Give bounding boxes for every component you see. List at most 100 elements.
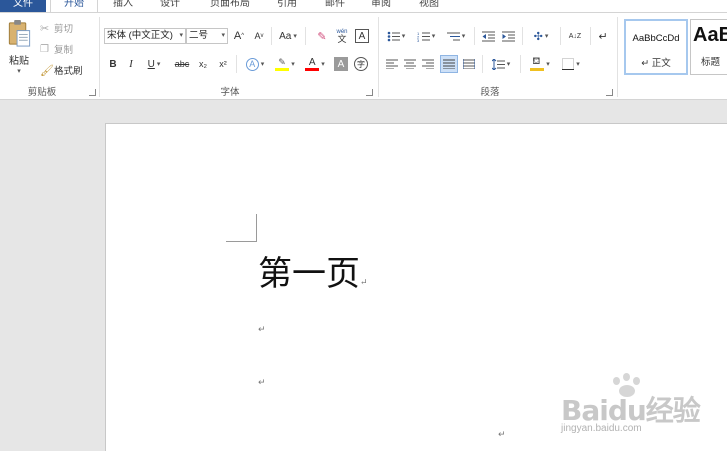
increase-indent-icon bbox=[501, 31, 515, 41]
clipboard-group-label: 剪贴板 bbox=[27, 87, 57, 98]
align-right-button[interactable] bbox=[420, 57, 436, 71]
clipboard-launcher-icon[interactable] bbox=[89, 89, 96, 96]
tab-file[interactable]: 文件 bbox=[0, 0, 46, 12]
style-heading-label: 标题 bbox=[701, 57, 721, 68]
tab-page-layout[interactable]: 页面布局 bbox=[200, 0, 260, 12]
svg-text:3: 3 bbox=[417, 38, 420, 42]
align-right-icon bbox=[422, 59, 434, 69]
baidu-watermark: Baidu经验 jingyan.baidu.com bbox=[555, 371, 725, 441]
divider bbox=[474, 27, 475, 45]
document-heading[interactable]: 第一页↵ bbox=[258, 246, 368, 295]
character-shading-button[interactable]: A bbox=[334, 57, 348, 71]
change-case-button[interactable]: Aa ▾ bbox=[276, 29, 300, 43]
font-name-value: 宋体 (中文正文) bbox=[107, 30, 173, 41]
chinese-layout-icon: ✣ bbox=[533, 30, 543, 43]
chinese-layout-button[interactable]: ✣ ▾ bbox=[528, 29, 554, 43]
shading-button[interactable]: ⛾ ▾ bbox=[526, 56, 554, 71]
change-case-icon: Aa bbox=[279, 30, 292, 42]
chevron-down-icon: ▾ bbox=[221, 32, 225, 39]
sort-icon: A↓Z bbox=[568, 32, 582, 40]
font-size-select[interactable]: 二号 ▾ bbox=[186, 28, 228, 44]
increase-indent-button[interactable] bbox=[500, 29, 516, 43]
tab-home[interactable]: 开始 bbox=[50, 0, 98, 12]
style-heading[interactable]: AaB 标题 bbox=[690, 19, 727, 75]
style-heading-preview: AaB bbox=[693, 24, 727, 46]
sort-button[interactable]: A↓Z bbox=[566, 29, 584, 43]
divider bbox=[482, 55, 483, 73]
paint-bucket-icon: ⛾ bbox=[530, 56, 545, 71]
paragraph-launcher-icon[interactable] bbox=[606, 89, 613, 96]
document-canvas[interactable]: 第一页↵ ↵ ↵ ↵ Baidu经验 jingyan.baidu.com bbox=[0, 101, 727, 451]
clipboard-icon bbox=[8, 19, 31, 47]
format-painter-icon: 🖌 bbox=[40, 64, 54, 77]
style-normal[interactable]: AaBbCcDd ↵ 正文 bbox=[624, 19, 688, 75]
margin-corner-mark bbox=[256, 214, 257, 242]
show-marks-button[interactable]: ↵ bbox=[596, 29, 610, 43]
decrease-indent-button[interactable] bbox=[480, 29, 496, 43]
text-effects-button[interactable]: A ▾ bbox=[242, 57, 268, 71]
superscript-button[interactable]: x² bbox=[215, 57, 231, 71]
borders-button[interactable]: ▾ bbox=[558, 57, 584, 71]
margin-corner-mark bbox=[226, 241, 256, 242]
italic-icon: I bbox=[129, 58, 133, 70]
group-divider bbox=[99, 17, 100, 97]
decrease-indent-icon bbox=[481, 31, 495, 41]
paw-toe bbox=[623, 373, 630, 381]
style-normal-preview: AaBbCcDd bbox=[632, 33, 680, 44]
tab-insert[interactable]: 插入 bbox=[104, 0, 142, 12]
font-launcher-icon[interactable] bbox=[366, 89, 373, 96]
eraser-icon: ✎ bbox=[317, 30, 327, 43]
font-size-value: 二号 bbox=[189, 30, 209, 41]
justify-button[interactable] bbox=[440, 55, 458, 73]
bold-icon: B bbox=[109, 58, 117, 70]
copy-icon: ❐ bbox=[40, 43, 49, 55]
bold-button[interactable]: B bbox=[106, 57, 120, 71]
clear-format-button[interactable]: ✎ bbox=[314, 29, 330, 43]
font-group-label: 字体 bbox=[220, 87, 240, 98]
paragraph-mark: ↵ bbox=[258, 377, 266, 387]
phonetic-guide-button[interactable]: wén 文 bbox=[334, 29, 350, 44]
distributed-button[interactable] bbox=[461, 57, 477, 71]
font-color-button[interactable]: A ▾ bbox=[302, 57, 328, 71]
multilevel-list-button[interactable]: ▾ bbox=[444, 29, 468, 43]
highlight-button[interactable]: ✎ ▾ bbox=[272, 57, 298, 71]
divider bbox=[305, 27, 306, 45]
strikethrough-icon: abc bbox=[174, 59, 190, 69]
paste-button[interactable]: 粘贴 ▾ bbox=[4, 19, 34, 75]
tab-design[interactable]: 设计 bbox=[150, 0, 190, 12]
enclose-characters-button[interactable]: 字 bbox=[354, 57, 368, 71]
tab-view[interactable]: 视图 bbox=[410, 0, 448, 12]
bullets-button[interactable]: ▾ bbox=[384, 29, 408, 43]
strikethrough-button[interactable]: abc bbox=[172, 57, 192, 71]
align-center-icon bbox=[404, 59, 416, 69]
justify-icon bbox=[443, 59, 455, 69]
shrink-font-button[interactable]: Av bbox=[252, 29, 266, 43]
underline-button[interactable]: U ▾ bbox=[142, 57, 166, 71]
format-painter-button[interactable]: 🖌 格式刷 bbox=[40, 63, 83, 78]
paw-toe bbox=[633, 377, 640, 385]
font-name-select[interactable]: 宋体 (中文正文) ▾ bbox=[104, 28, 186, 44]
highlighter-icon: ✎ bbox=[275, 57, 290, 71]
numbering-button[interactable]: 1 2 3 ▾ bbox=[414, 29, 438, 43]
line-spacing-button[interactable]: ▾ bbox=[488, 57, 514, 71]
align-left-button[interactable] bbox=[384, 57, 400, 71]
align-center-button[interactable] bbox=[402, 57, 418, 71]
paragraph-group-label: 段落 bbox=[480, 87, 500, 98]
ribbon-tab-bar: 文件 开始 插入 设计 页面布局 引用 邮件 审阅 视图 bbox=[0, 0, 727, 12]
subscript-button[interactable]: x₂ bbox=[195, 57, 211, 71]
paw-icon bbox=[613, 377, 620, 385]
character-border-button[interactable]: A bbox=[355, 29, 369, 43]
underline-icon: U bbox=[147, 58, 155, 70]
style-normal-label: ↵ 正文 bbox=[641, 58, 671, 69]
cut-button[interactable]: ✂ 剪切 bbox=[40, 21, 73, 36]
divider bbox=[236, 55, 237, 73]
tab-references[interactable]: 引用 bbox=[268, 0, 306, 12]
tab-review[interactable]: 审阅 bbox=[362, 0, 400, 12]
paragraph-mark: ↵ bbox=[258, 324, 266, 334]
tab-mailings[interactable]: 邮件 bbox=[316, 0, 354, 12]
styles-gallery: AaBbCcDd ↵ 正文 AaB 标题 bbox=[620, 19, 727, 79]
italic-button[interactable]: I bbox=[124, 57, 138, 71]
character-border-icon: A bbox=[358, 30, 366, 42]
grow-font-button[interactable]: A ^ bbox=[232, 29, 246, 43]
copy-button[interactable]: ❐ 复制 bbox=[40, 42, 73, 57]
